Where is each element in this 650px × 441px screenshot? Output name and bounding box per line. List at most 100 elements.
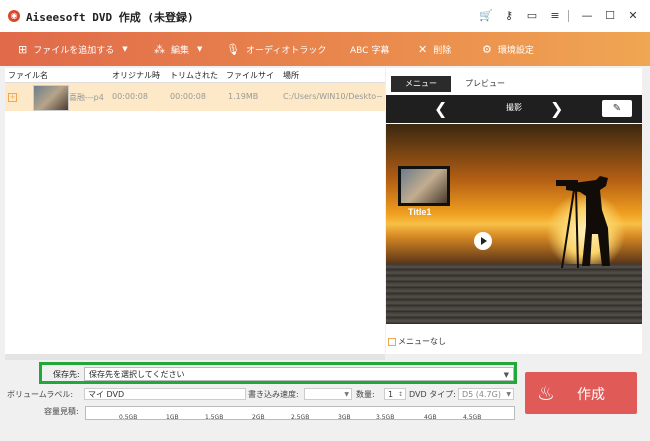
audio-track-label: オーディオトラック — [245, 45, 327, 56]
play-icon[interactable] — [474, 232, 492, 250]
main-toolbar: ⊞ ファイルを追加する ▼ ⁂ 編集 ▼ 🎙 オーディオトラック ABC 字幕 … — [0, 32, 650, 66]
original-duration: 00:00:08 — [112, 92, 148, 101]
file-location: C:/Users/WIN10/Deskto~ — [283, 92, 383, 101]
capacity-tick: 1GB — [166, 414, 179, 421]
app-window: ◉ Aiseesoft DVD 作成 (未登録) 🛒 ⚷ ▭ ≡ — ☐ ✕ ⊞… — [0, 0, 650, 441]
gear-icon: ⚙ — [482, 42, 492, 56]
capacity-tick: 0.5GB — [119, 414, 138, 421]
stepper-icon[interactable]: ↕ — [398, 389, 403, 399]
add-file-dropdown-icon[interactable]: ▼ — [122, 45, 127, 53]
key-icon[interactable]: ⚷ — [500, 7, 518, 25]
add-file-icon: ⊞ — [18, 42, 28, 56]
create-label: 作成 — [577, 387, 605, 403]
feedback-icon[interactable]: ▭ — [523, 7, 541, 25]
delete-button[interactable]: ✕ 削除 — [418, 32, 451, 66]
destination-row: 保存先: 保存先を選択してください ▼ — [39, 362, 517, 384]
app-logo-icon: ◉ — [8, 10, 20, 22]
cart-icon[interactable]: 🛒 — [477, 7, 495, 25]
title-bar-controls: 🛒 ⚷ ▭ ≡ — ☐ ✕ — [472, 6, 642, 26]
title-separator — [568, 10, 569, 22]
next-template-icon[interactable]: ❯ — [550, 99, 563, 119]
title-bar: ◉ Aiseesoft DVD 作成 (未登録) 🛒 ⚷ ▭ ≡ — ☐ ✕ — [0, 0, 650, 32]
capacity-tick: 3.5GB — [376, 414, 395, 421]
capacity-tick: 2.5GB — [291, 414, 310, 421]
trimmed-duration: 00:00:08 — [170, 92, 206, 101]
app-title: Aiseesoft DVD 作成 (未登録) — [26, 11, 194, 24]
capacity-bar: 0.5GB 1GB 1.5GB 2GB 2.5GB 3GB 3.5GB 4GB … — [85, 406, 515, 421]
add-file-label: ファイルを追加する — [33, 45, 115, 56]
window-scrollbar — [642, 68, 650, 354]
subtitle-button[interactable]: ABC 字幕 — [350, 32, 389, 66]
capacity-row: 容量見積: 0.5GB 1GB 1.5GB 2GB 2.5GB 3GB 3.5G… — [0, 404, 520, 421]
volume-label-value: マイ DVD — [88, 390, 125, 399]
menu-preview-image: Title1 — [386, 124, 642, 324]
capacity-tick: 3GB — [338, 414, 351, 421]
menu-preview-panel: メニュー プレビュー ❮ 撮影 ❯ ✎ Title1 メニューなし — [386, 68, 642, 354]
subtitle-label: ABC 字幕 — [350, 45, 390, 56]
write-speed-select[interactable]: ▼ — [304, 388, 352, 400]
edit-dropdown-icon[interactable]: ▼ — [197, 45, 202, 53]
volume-settings-row: ボリュームラベル: マイ DVD 書き込み速度: ▼ 数量: 1 ↕ DVD タ… — [0, 387, 520, 401]
delete-icon: ✕ — [418, 42, 428, 56]
column-location[interactable]: 場所 — [283, 70, 343, 81]
capacity-label: 容量見積: — [44, 407, 79, 416]
volume-label-label: ボリュームラベル: — [7, 390, 74, 399]
capacity-tick: 4GB — [424, 414, 437, 421]
tab-preview[interactable]: プレビュー — [454, 76, 516, 92]
file-size: 1.19MB — [228, 92, 259, 101]
capacity-tick: 4.5GB — [463, 414, 482, 421]
expand-icon[interactable]: + — [8, 93, 17, 102]
no-menu-label: メニューなし — [398, 337, 446, 346]
chevron-down-icon[interactable]: ▼ — [506, 389, 511, 399]
destination-label: 保存先: — [53, 370, 80, 379]
chevron-down-icon[interactable]: ▼ — [504, 368, 509, 382]
video-thumbnail — [33, 85, 69, 111]
close-icon[interactable]: ✕ — [624, 7, 642, 25]
tab-menu[interactable]: メニュー — [391, 76, 451, 92]
edit-label: 編集 — [171, 45, 190, 56]
edit-icon: ⁂ — [154, 42, 165, 56]
fire-icon: ♨ — [537, 381, 555, 405]
dvd-type-value: D5 (4.7G) — [462, 390, 501, 399]
capacity-tick: 2GB — [252, 414, 265, 421]
count-value: 1 — [388, 390, 394, 399]
microphone-icon: 🎙 — [226, 42, 240, 56]
maximize-icon[interactable]: ☐ — [601, 7, 619, 25]
minimize-icon[interactable]: — — [578, 7, 596, 25]
photographer-silhouette — [556, 176, 610, 269]
column-filename[interactable]: ファイル名 — [8, 70, 108, 81]
create-button[interactable]: ♨ 作成 — [525, 372, 637, 414]
file-list-panel: ファイル名 オリジナル時 トリムされた ファイルサイ 場所 + 喜融---p4 … — [5, 68, 385, 354]
no-menu-option[interactable]: メニューなし — [388, 336, 446, 347]
settings-label: 環境設定 — [497, 45, 534, 56]
menu-template-nav: ❮ 撮影 ❯ ✎ — [386, 95, 642, 123]
destination-select[interactable]: 保存先を選択してください ▼ — [84, 367, 514, 381]
dvd-type-label: DVD タイプ: — [409, 390, 456, 399]
column-file-size[interactable]: ファイルサイ — [226, 70, 280, 81]
file-list-header: ファイル名 オリジナル時 トリムされた ファイルサイ 場所 — [5, 68, 385, 83]
chapter-label[interactable]: Title1 — [408, 207, 431, 217]
volume-label-input[interactable]: マイ DVD — [84, 388, 246, 400]
file-row[interactable]: + 喜融---p4 00:00:08 00:00:08 1.19MB C:/Us… — [5, 83, 385, 111]
chapter-thumbnail[interactable] — [398, 166, 450, 206]
no-menu-checkbox[interactable] — [388, 337, 396, 346]
menu-icon[interactable]: ≡ — [546, 7, 564, 25]
destination-value: 保存先を選択してください — [89, 370, 185, 379]
settings-button[interactable]: ⚙ 環境設定 — [482, 32, 534, 66]
write-speed-label: 書き込み速度: — [248, 390, 299, 399]
edit-button[interactable]: ⁂ 編集 ▼ — [154, 32, 202, 66]
file-name: 喜融---p4 — [69, 93, 104, 102]
preview-tabs: メニュー プレビュー — [386, 68, 642, 94]
column-original-duration[interactable]: オリジナル時 — [112, 70, 168, 81]
delete-label: 削除 — [433, 45, 452, 56]
audio-track-button[interactable]: 🎙 オーディオトラック — [226, 32, 326, 66]
chevron-down-icon[interactable]: ▼ — [344, 389, 349, 399]
file-list-scrollbar[interactable] — [5, 354, 385, 360]
edit-menu-icon[interactable]: ✎ — [602, 100, 632, 117]
capacity-tick: 1.5GB — [205, 414, 224, 421]
count-label: 数量: — [356, 390, 375, 399]
column-trimmed-duration[interactable]: トリムされた — [170, 70, 222, 81]
add-file-button[interactable]: ⊞ ファイルを追加する ▼ — [18, 32, 128, 66]
count-stepper[interactable]: 1 ↕ — [384, 388, 406, 400]
dvd-type-select[interactable]: D5 (4.7G) ▼ — [458, 388, 514, 400]
